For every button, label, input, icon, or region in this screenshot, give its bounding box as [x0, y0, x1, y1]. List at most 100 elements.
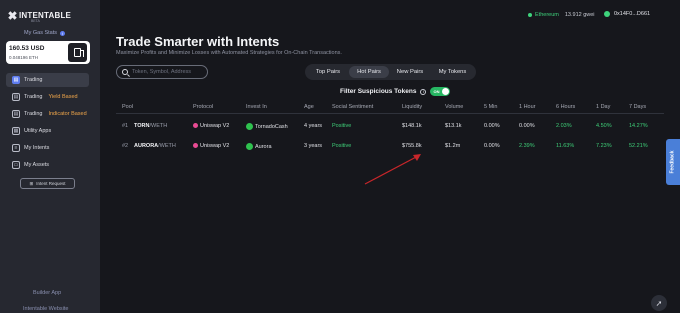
protocol-cell: Uniswap V2 — [193, 123, 229, 129]
filter-suspicious: Filter Suspicious Tokens i ON — [340, 87, 451, 96]
pool-base: AURORA — [134, 143, 159, 149]
logo-text: INTENTABLE — [19, 11, 72, 20]
change-1d-cell: 7.23% — [596, 143, 612, 149]
info-icon[interactable]: i — [420, 88, 427, 95]
trading-icon: ▤ — [12, 93, 20, 101]
filter-toggle[interactable]: ON — [430, 87, 451, 96]
sidebar-item-label: Utility Apps — [24, 128, 52, 134]
intent-request-label: Intent Request — [36, 181, 66, 186]
column-header[interactable]: Invest In — [246, 104, 267, 110]
column-header[interactable]: 6 Hours — [556, 104, 575, 110]
sentiment-cell: Positive — [332, 123, 352, 129]
sidebar-item-trading-indicator[interactable]: ▤ Trading Indicator Based — [6, 107, 89, 121]
aurora-icon — [246, 143, 253, 150]
pool-quote: /WETH — [158, 143, 176, 149]
filter-label: Filter Suspicious Tokens — [340, 88, 417, 95]
beta-badge: BETA — [31, 19, 40, 23]
sidebar-item-trading-yield[interactable]: ▤ Trading Yield Based — [6, 90, 89, 104]
invest-cell[interactable]: TornadoCash — [246, 123, 288, 130]
search-input[interactable] — [132, 69, 202, 75]
toggle-state: ON — [433, 89, 440, 94]
sidebar-item-my-assets[interactable]: ▭ My Assets — [6, 158, 89, 172]
column-header[interactable]: Social Sentiment — [332, 104, 373, 110]
column-header[interactable]: 1 Hour — [519, 104, 536, 110]
volume-cell: $1.2m — [445, 143, 461, 149]
table-row[interactable]: #1 TORN/WETH Uniswap V2 TornadoCash 4 ye… — [116, 115, 664, 137]
status-dot-icon — [528, 13, 532, 17]
invest-cell[interactable]: Aurora — [246, 143, 272, 150]
change-1d-cell: 4.50% — [596, 123, 612, 129]
page-title: Trade Smarter with Intents — [116, 34, 280, 49]
column-header[interactable]: Protocol — [193, 104, 213, 110]
tab-hot-pairs[interactable]: Hot Pairs — [349, 66, 389, 78]
volume-cell: $13.1k — [445, 123, 462, 129]
feedback-tab[interactable]: Feedback — [666, 139, 680, 185]
protocol-cell: Uniswap V2 — [193, 143, 229, 149]
sidebar-item-label: My Intents — [24, 145, 50, 151]
gas-stats-link[interactable]: My Gas Stats i — [24, 30, 66, 36]
builder-app-link[interactable]: Builder App — [33, 290, 61, 296]
column-header[interactable]: 1 Day — [596, 104, 610, 110]
page-subtitle: Maximize Profits and Minimize Losses wit… — [116, 50, 342, 56]
sidebar-item-label: Trading — [24, 94, 43, 100]
liquidity-cell: $148.1k — [402, 123, 422, 129]
change-1h-cell: 2.39% — [519, 143, 535, 149]
pool-pair[interactable]: TORN/WETH — [134, 123, 167, 129]
trading-icon: ▤ — [12, 110, 20, 118]
age-cell: 3 years — [304, 143, 323, 149]
column-header[interactable]: Age — [304, 104, 314, 110]
protocol-name: Uniswap V2 — [200, 143, 230, 149]
pool-pair[interactable]: AURORA/WETH — [134, 143, 176, 149]
column-header[interactable]: 5 Min — [484, 104, 497, 110]
annotation-arrow-icon — [364, 154, 421, 185]
sentiment-cell: Positive — [332, 143, 352, 149]
balance-card: 160.53 USD 0.048196 ETH — [6, 41, 90, 64]
search-icon — [122, 69, 128, 75]
network-name: Ethereum — [535, 12, 559, 18]
pool-base: TORN — [134, 123, 150, 129]
gas-pump-icon — [74, 48, 84, 57]
pool-rank: #2 — [122, 143, 129, 149]
age-cell: 4 years — [304, 123, 323, 129]
tab-new-pairs[interactable]: New Pairs — [389, 66, 431, 78]
change-5m-cell: 0.00% — [484, 123, 500, 129]
intent-request-button[interactable]: ⊞ Intent Request — [20, 178, 75, 189]
gas-price: 13.912 gwei — [564, 12, 595, 18]
change-1h-cell: 0.00% — [519, 123, 535, 129]
column-header[interactable]: Volume — [445, 104, 463, 110]
invest-name: TornadoCash — [255, 124, 288, 130]
pool-quote: /WETH — [149, 123, 168, 129]
wallet-icon: ▭ — [12, 161, 20, 169]
uniswap-icon — [193, 123, 198, 128]
apps-icon: ▦ — [12, 127, 20, 135]
wallet-button[interactable]: 0x14F0...D661 — [604, 11, 650, 17]
column-header[interactable]: Liquidity — [402, 104, 422, 110]
website-link[interactable]: Intentable Website — [23, 306, 68, 312]
rocket-button[interactable]: ➚ — [651, 295, 667, 311]
sidebar-item-label: My Assets — [24, 162, 50, 168]
pair-tabs: Top Pairs Hot Pairs New Pairs My Tokens — [305, 64, 476, 80]
column-header[interactable]: Pool — [122, 104, 133, 110]
sidebar-item-trading[interactable]: ▤ Trading — [6, 73, 89, 87]
sidebar-item-label: Trading — [24, 111, 43, 117]
search-box[interactable] — [116, 65, 208, 79]
gas-pump-button[interactable] — [68, 43, 87, 62]
feedback-label: Feedback — [670, 150, 677, 174]
tab-top-pairs[interactable]: Top Pairs — [307, 66, 349, 78]
sidebar-item-utility-apps[interactable]: ▦ Utility Apps — [6, 124, 89, 138]
change-6h-cell: 11.63% — [556, 143, 575, 149]
sidebar: INTENTABLE BETA My Gas Stats i 160.53 US… — [0, 0, 100, 313]
liquidity-cell: $755.8k — [402, 143, 422, 149]
uniswap-icon — [193, 143, 198, 148]
pool-rank: #1 — [122, 123, 129, 129]
rocket-icon: ➚ — [655, 298, 663, 308]
table-header: Pool Protocol Invest In Age Social Senti… — [116, 102, 664, 114]
info-icon[interactable]: i — [60, 30, 66, 36]
change-7d-cell: 52.21% — [629, 143, 648, 149]
intents-icon: ≡ — [12, 144, 20, 152]
sidebar-item-my-intents[interactable]: ≡ My Intents — [6, 141, 89, 155]
logo-mark-icon — [8, 11, 17, 20]
change-7d-cell: 14.27% — [629, 123, 648, 129]
column-header[interactable]: 7 Days — [629, 104, 646, 110]
tab-my-tokens[interactable]: My Tokens — [431, 66, 474, 78]
